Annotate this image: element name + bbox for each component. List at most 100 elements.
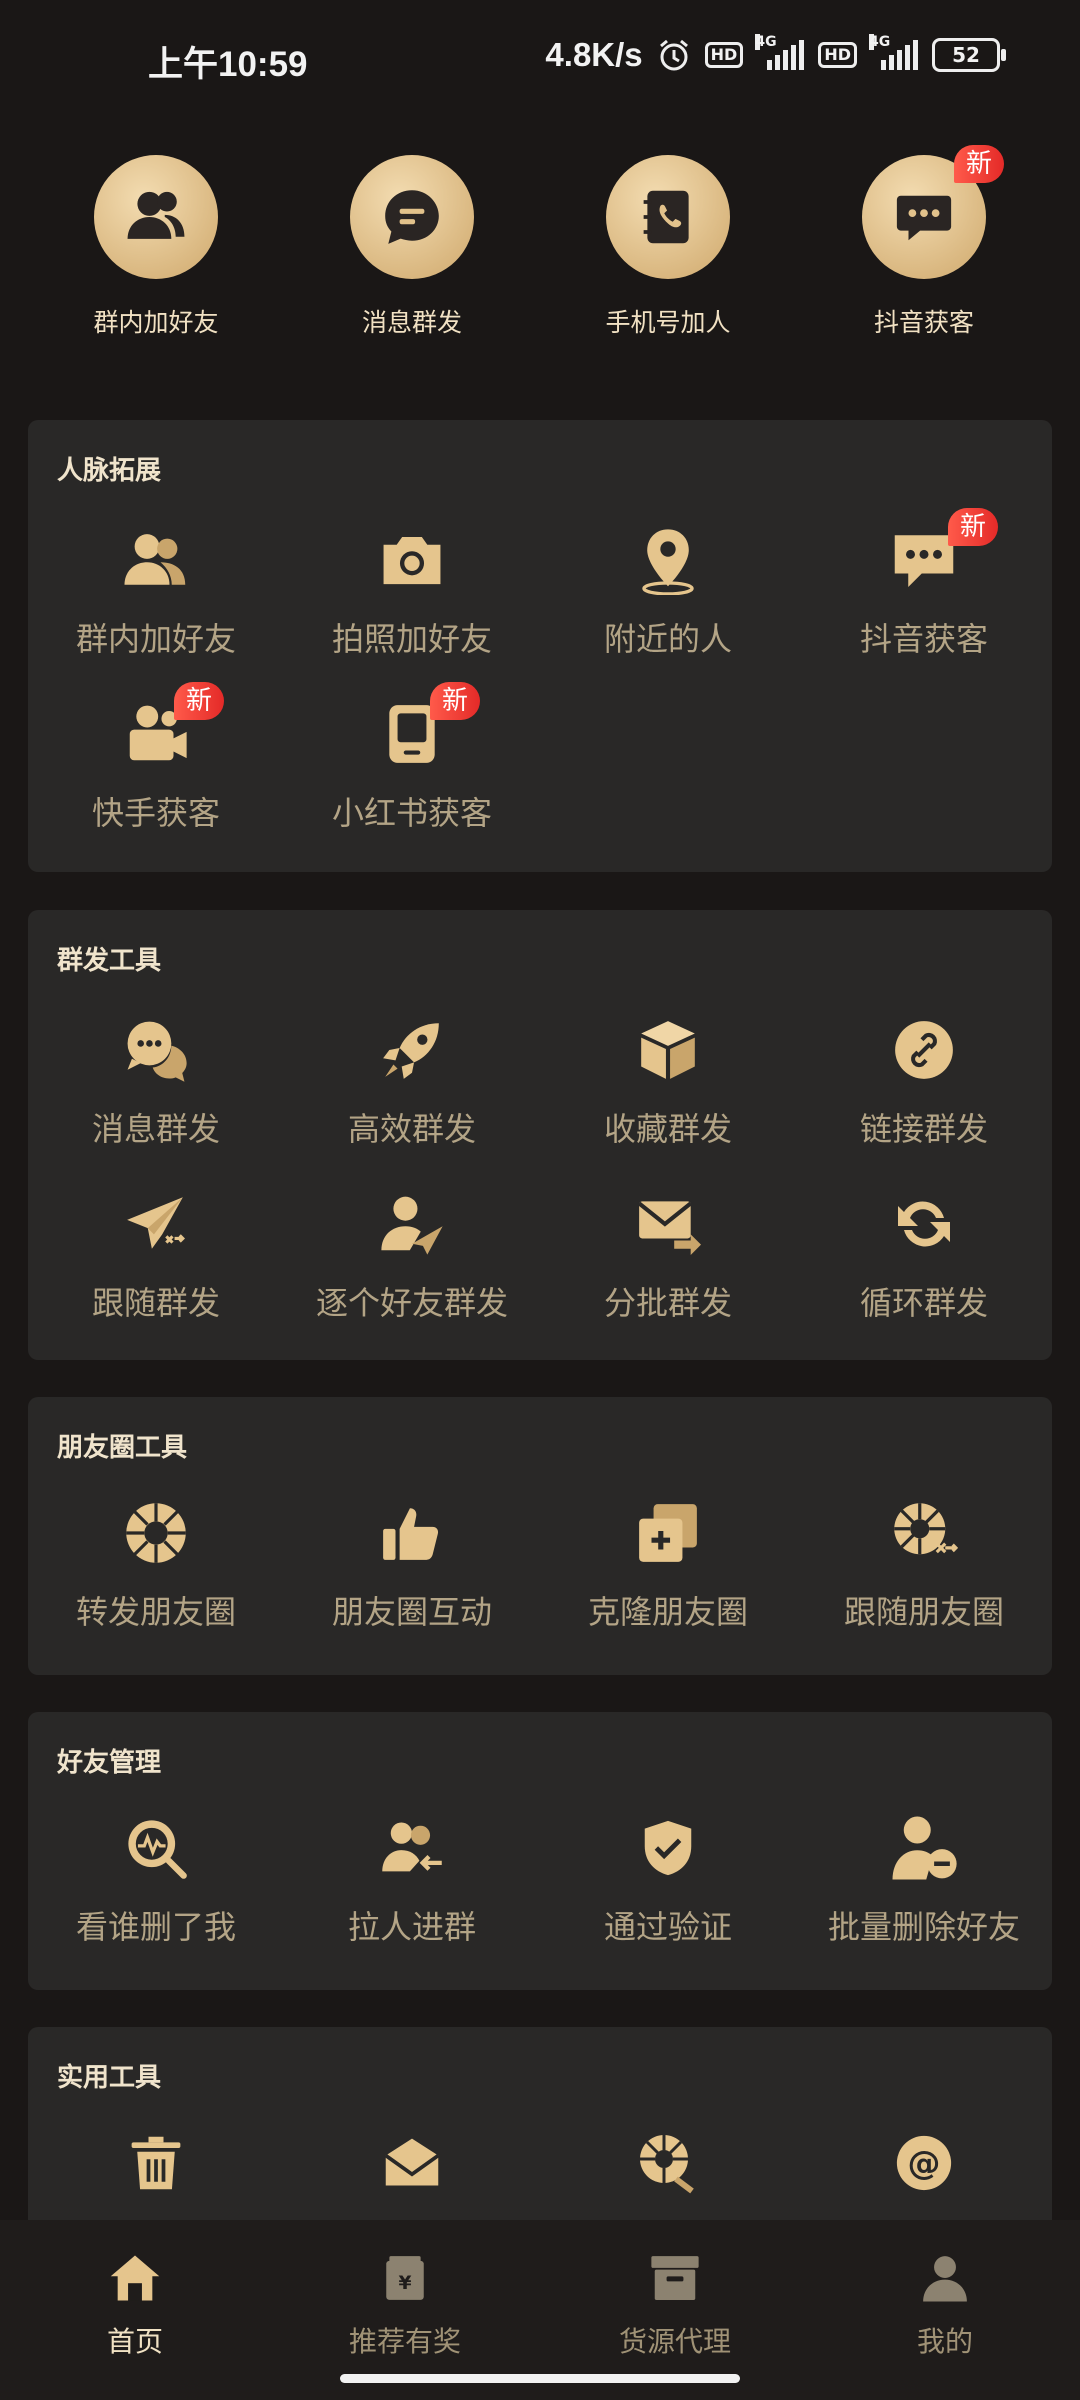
item-label: 通过验证 (603, 1908, 732, 1946)
user-remove-icon (884, 1808, 964, 1888)
new-badge: 新 (430, 682, 481, 720)
new-badge: 新 (954, 145, 1005, 183)
clone-icon (628, 1493, 708, 1573)
status-bar: 上午10:59 4.8K/s HD 4G HD 4G 52 (0, 0, 1080, 120)
thumbs-up-icon (372, 1493, 452, 1573)
archive-box-icon (645, 2248, 705, 2308)
alarm-icon (659, 39, 688, 71)
quick-message-broadcast[interactable]: 消息群发 (302, 155, 522, 339)
users-icon (94, 155, 218, 279)
quick-phone-add[interactable]: 手机号加人 (558, 155, 778, 339)
nav-home[interactable]: 首页 (0, 2248, 270, 2360)
section-title: 群发工具 (57, 946, 162, 976)
nav-label: 首页 (106, 2325, 163, 2358)
item-label: 跟随朋友圈 (843, 1593, 1004, 1631)
phonebook-icon (606, 155, 730, 279)
hd-badge-2: HD (818, 42, 857, 68)
new-badge: 新 (948, 508, 999, 546)
item-efficient-broadcast[interactable]: 高效群发 (284, 1010, 540, 1150)
item-label: 批量删除好友 (827, 1908, 1020, 1946)
item-xiaohongshu-leads[interactable]: 小红书获客 新 (284, 682, 540, 834)
nav-mine[interactable]: 我的 (810, 2248, 1080, 2360)
aperture-broom-icon (628, 2123, 708, 2203)
battery-icon: 52 (932, 38, 1006, 72)
paper-plane-icon (116, 1184, 196, 1264)
quick-douyin-leads[interactable]: 抖音获客 新 (814, 145, 1034, 339)
item-message-broadcast[interactable]: 消息群发 (28, 1010, 284, 1150)
home-indicator[interactable] (340, 2374, 740, 2383)
item-forward-moments[interactable]: 转发朋友圈 (28, 1493, 284, 1633)
users-icon (116, 520, 196, 600)
item-group-add-friend[interactable]: 群内加好友 (28, 520, 284, 660)
status-time: 上午10:59 (148, 45, 308, 84)
item-utility-trash[interactable] (28, 2123, 284, 2203)
mail-forward-icon (628, 1184, 708, 1264)
link-icon (884, 1010, 964, 1090)
at-icon: @ (884, 2123, 964, 2203)
item-one-by-one-broadcast[interactable]: 逐个好友群发 (284, 1184, 540, 1324)
quick-actions: 群内加好友 消息群发 手机号加人 抖音获客 新 (0, 145, 1080, 355)
home-icon (105, 2248, 165, 2308)
svg-text:¥: ¥ (398, 2273, 411, 2294)
section-moments-tools: 朋友圈工具 转发朋友圈 朋友圈互动 克隆朋友圈 跟随朋友圈 (28, 1397, 1052, 1675)
section-title: 朋友圈工具 (57, 1433, 188, 1463)
item-follow-broadcast[interactable]: 跟随群发 (28, 1184, 284, 1324)
item-label: 拉人进群 (347, 1908, 476, 1946)
item-favorite-broadcast[interactable]: 收藏群发 (540, 1010, 796, 1150)
nav-label: 货源代理 (618, 2325, 731, 2358)
search-pulse-icon (116, 1808, 196, 1888)
new-badge: 新 (174, 682, 225, 720)
item-label: 克隆朋友圈 (587, 1593, 748, 1631)
item-label: 拍照加好友 (331, 620, 492, 658)
profile-icon (915, 2248, 975, 2308)
item-label: 快手获客 (91, 794, 220, 832)
section-friend-management: 好友管理 看谁删了我 拉人进群 通过验证 批量删除好友 (28, 1712, 1052, 1990)
nav-referral-rewards[interactable]: ¥ 推荐有奖 (270, 2248, 540, 2360)
item-pull-into-group[interactable]: 拉人进群 (284, 1808, 540, 1948)
nav-supply-agent[interactable]: 货源代理 (540, 2248, 810, 2360)
signal-icon: 4G (755, 34, 805, 70)
item-nearby-people[interactable]: 附近的人 (540, 520, 796, 660)
item-label: 附近的人 (603, 620, 732, 658)
user-send-icon (372, 1184, 452, 1264)
item-batch-delete-friends[interactable]: 批量删除好友 (796, 1808, 1052, 1948)
item-utility-mention[interactable]: @ (796, 2123, 1052, 2203)
hd-badge: HD (704, 42, 744, 68)
item-label: 看谁删了我 (75, 1908, 236, 1946)
item-label: 抖音获客 (859, 620, 988, 658)
aperture-shuffle-icon (884, 1493, 964, 1573)
svg-text:@: @ (908, 2144, 941, 2183)
item-who-deleted-me[interactable]: 看谁删了我 (28, 1808, 284, 1948)
item-moments-interact[interactable]: 朋友圈互动 (284, 1493, 540, 1633)
message-icon (350, 155, 474, 279)
item-clone-moments[interactable]: 克隆朋友圈 (540, 1493, 796, 1633)
item-label: 分批群发 (603, 1284, 732, 1322)
section-broadcast-tools: 群发工具 消息群发 高效群发 收藏群发 链接群发 跟随群发 逐个好友群发 分批群… (28, 910, 1052, 1360)
item-follow-moments[interactable]: 跟随朋友圈 (796, 1493, 1052, 1633)
item-utility-mail[interactable] (284, 2123, 540, 2203)
item-pass-verification[interactable]: 通过验证 (540, 1808, 796, 1948)
status-icons: 4.8K/s HD 4G HD 4G 52 (545, 34, 1006, 74)
signal-icon-2: 4G (869, 34, 918, 70)
gift-bag-icon: ¥ (375, 2248, 435, 2308)
nav-label: 我的 (916, 2325, 973, 2358)
item-kuaishou-leads[interactable]: 快手获客 新 (28, 682, 284, 834)
net-speed: 4.8K/s (545, 36, 643, 73)
camera-icon (372, 520, 452, 600)
location-pin-icon (628, 520, 708, 600)
item-link-broadcast[interactable]: 链接群发 (796, 1010, 1052, 1150)
refresh-icon (884, 1184, 964, 1264)
item-batch-broadcast[interactable]: 分批群发 (540, 1184, 796, 1324)
item-utility-clean-moments[interactable] (540, 2123, 796, 2203)
trash-icon (116, 2123, 196, 2203)
item-loop-broadcast[interactable]: 循环群发 (796, 1184, 1052, 1324)
item-label: 循环群发 (859, 1284, 988, 1322)
quick-group-add-friend[interactable]: 群内加好友 (46, 155, 266, 339)
rocket-icon (372, 1010, 452, 1090)
users-add-icon (372, 1808, 452, 1888)
section-network-expand: 人脉拓展 群内加好友 拍照加好友 附近的人 抖音获客 新 快手获客 新 小红书获… (28, 420, 1052, 872)
item-photo-add-friend[interactable]: 拍照加好友 (284, 520, 540, 660)
box-icon (628, 1010, 708, 1090)
item-label: 朋友圈互动 (331, 1593, 492, 1631)
item-douyin-leads[interactable]: 抖音获客 新 (796, 508, 1052, 660)
